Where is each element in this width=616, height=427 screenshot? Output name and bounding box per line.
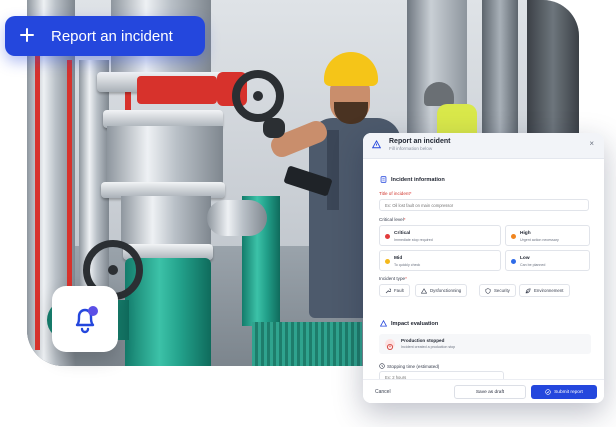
warning-icon	[372, 140, 381, 149]
warning-icon	[421, 287, 427, 293]
report-incident-label: Report an incident	[51, 27, 173, 45]
submit-report-button[interactable]: Submit report	[531, 385, 597, 399]
criticity-label: Critical level*	[379, 217, 406, 222]
incident-type-label: Incident type*	[379, 276, 407, 281]
pipe	[121, 196, 211, 248]
shield-icon	[485, 287, 491, 294]
notification-card	[52, 286, 118, 352]
title-label: Title of incident*	[379, 191, 412, 196]
modal-footer: Cancel Save as draft Submit report	[363, 379, 604, 403]
modal-title: Report an incident	[389, 138, 451, 145]
level-mid[interactable]: Mid To quickly check	[379, 250, 501, 271]
modal-header: Report an incident Fill information belo…	[363, 133, 604, 159]
report-incident-button[interactable]: Report an incident	[5, 16, 205, 56]
pipe	[107, 126, 223, 186]
save-draft-button[interactable]: Save as draft	[454, 385, 526, 399]
worker-glove	[263, 118, 285, 138]
close-icon[interactable]: ×	[589, 139, 594, 148]
type-fault[interactable]: Fault	[379, 284, 410, 297]
leaf-icon	[525, 287, 531, 293]
impact-section-title: Impact evaluation	[380, 320, 438, 327]
level-critical[interactable]: Critical Immediate stop required	[379, 225, 501, 246]
production-stopped-option[interactable]: Production stopped Incident created a pr…	[379, 334, 591, 354]
valve-wheel	[232, 70, 284, 122]
wrench-icon	[385, 288, 391, 293]
check-circle-icon	[545, 389, 551, 395]
type-security[interactable]: Security	[479, 284, 516, 297]
document-icon	[380, 176, 387, 183]
clock-icon	[379, 363, 385, 369]
worker-helmet	[424, 82, 454, 106]
low-dot	[511, 259, 516, 264]
level-low[interactable]: Low Can be planned	[505, 250, 590, 271]
bell-icon	[75, 306, 98, 334]
type-dysfunction[interactable]: Dysfonctionning	[415, 284, 468, 297]
incident-title-input[interactable]	[379, 199, 589, 211]
modal-subtitle: Fill information below	[389, 146, 433, 151]
pipe	[207, 200, 267, 236]
teal-grate	[252, 322, 362, 366]
report-incident-modal: Report an incident Fill information belo…	[363, 133, 604, 403]
stop-icon	[385, 339, 395, 350]
overall-strap	[327, 130, 339, 210]
mid-dot	[385, 259, 390, 264]
incident-type-group: Fault Dysfonctionning Security Environne…	[363, 284, 604, 297]
plus-icon	[19, 24, 41, 48]
high-dot	[511, 234, 516, 239]
level-high[interactable]: High Urgent action necessary	[505, 225, 590, 246]
warning-icon	[380, 320, 387, 327]
critical-dot	[385, 234, 390, 239]
red-actuator	[137, 76, 217, 104]
cancel-button[interactable]: Cancel	[375, 389, 391, 395]
stopping-time-label: Stopping time (estimated)	[379, 363, 439, 369]
red-pipe	[35, 40, 40, 350]
worker-vest	[437, 104, 477, 134]
incident-section-title: Incident information	[380, 176, 445, 183]
type-environment[interactable]: Environnement	[519, 284, 570, 297]
